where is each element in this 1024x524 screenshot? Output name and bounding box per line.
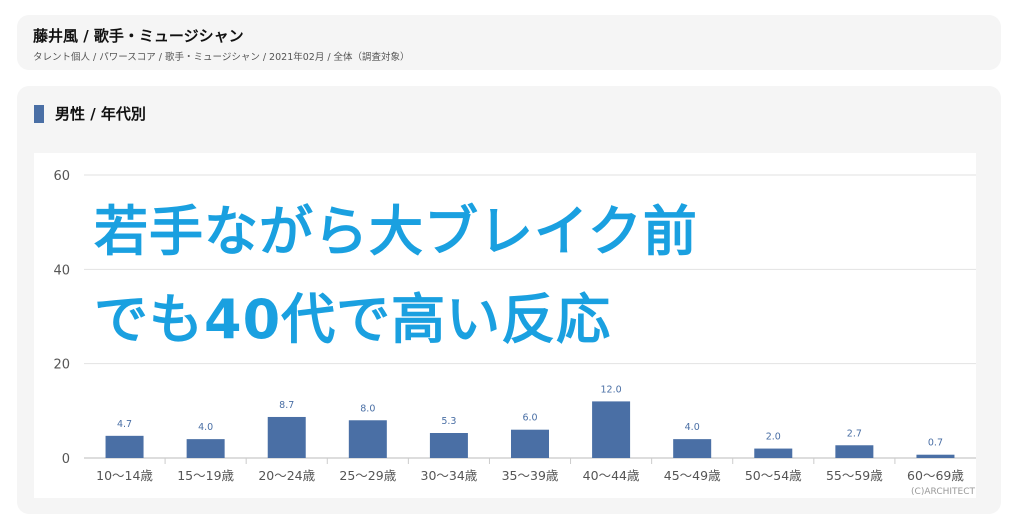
y-tick-label: 20 [53, 358, 70, 373]
x-tick-label: 15〜19歳 [177, 468, 234, 483]
x-tick-label: 10〜14歳 [96, 468, 153, 483]
x-tick-label: 60〜69歳 [907, 468, 964, 483]
copyright-text: (C)ARCHITECT [911, 487, 975, 497]
data-label: 2.7 [847, 428, 862, 439]
data-label: 0.7 [928, 438, 943, 449]
x-tick-label: 45〜49歳 [664, 468, 721, 483]
x-tick-label: 20〜24歳 [258, 468, 315, 483]
data-label: 2.0 [766, 432, 781, 443]
x-tick-label: 25〜29歳 [339, 468, 396, 483]
data-label: 8.0 [360, 403, 375, 414]
bar [835, 445, 874, 458]
data-label: 4.0 [685, 422, 700, 433]
bar [105, 435, 144, 458]
bar [916, 454, 955, 458]
bar [511, 429, 549, 458]
data-label: 8.7 [279, 400, 294, 411]
data-label: 4.7 [117, 419, 132, 430]
x-tick-label: 55〜59歳 [826, 468, 883, 483]
y-tick-label: 40 [53, 263, 70, 278]
bar [429, 433, 468, 458]
bar [186, 439, 225, 458]
y-tick-label: 0 [62, 452, 70, 467]
bar-chart: 0 20 40 60 4.7 10〜14歳 4.0 15〜19歳 8.7 20〜24歳 8.0 25〜… [53, 169, 976, 497]
bar [348, 420, 387, 458]
data-label: 6.0 [522, 413, 537, 424]
x-tick-label: 40〜44歳 [583, 468, 640, 483]
x-tick-label: 30〜34歳 [421, 468, 478, 483]
x-tick-label: 50〜54歳 [745, 468, 802, 483]
bar [673, 439, 712, 458]
bar [592, 401, 631, 458]
y-tick-label: 60 [53, 169, 70, 184]
x-tick-label: 35〜39歳 [502, 468, 559, 483]
data-label: 12.0 [601, 384, 622, 395]
data-label: 4.0 [198, 422, 213, 433]
data-label: 5.3 [441, 416, 456, 427]
bar [267, 416, 306, 458]
bar [754, 448, 793, 458]
